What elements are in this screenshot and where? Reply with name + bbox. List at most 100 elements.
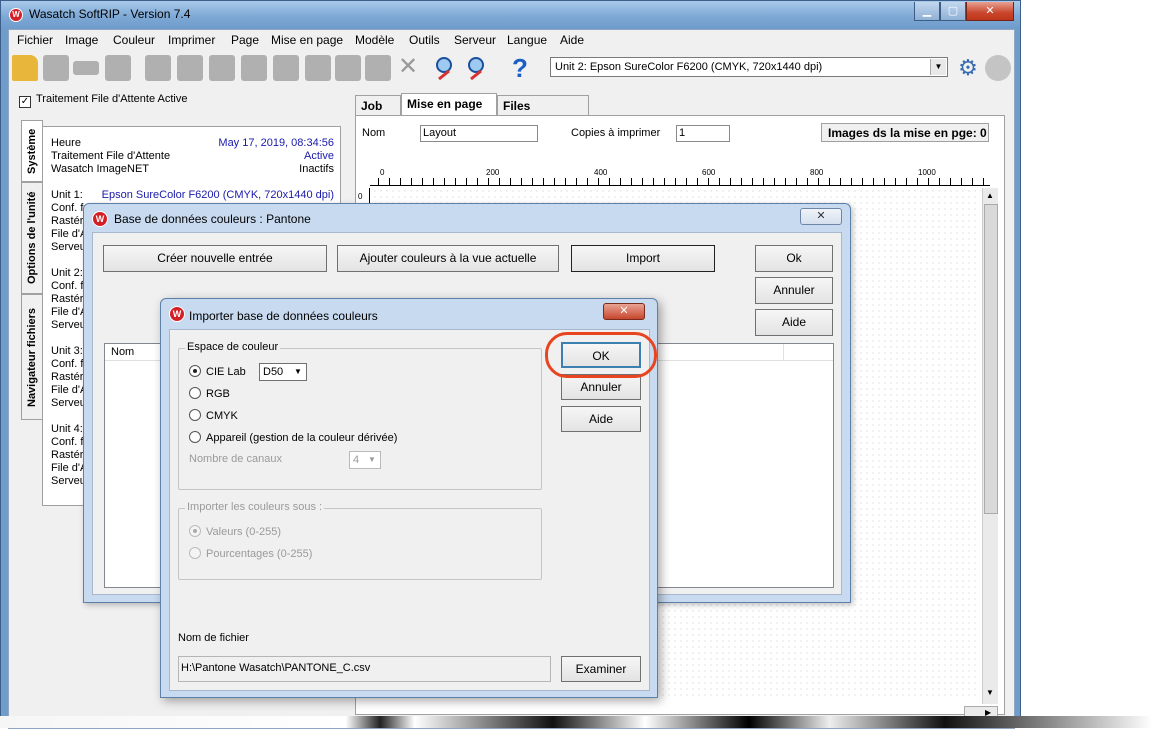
maximize-button[interactable]: ▢ — [940, 2, 966, 21]
menu-langue[interactable]: Langue — [507, 33, 547, 47]
settings-gear-icon[interactable]: ⚙ — [955, 55, 981, 81]
menu-outils[interactable]: Outils — [409, 33, 440, 47]
ruler-tick: 600 — [702, 168, 716, 177]
dialog-title: Base de données couleurs : Pantone — [114, 212, 311, 226]
help-icon[interactable]: ? — [507, 55, 533, 81]
print-queue-icon[interactable] — [73, 61, 99, 75]
open-folder-icon[interactable] — [12, 55, 38, 81]
copies-stepper[interactable]: 1 — [676, 125, 730, 142]
zoom-in-icon[interactable] — [433, 55, 459, 81]
browse-button[interactable]: Examiner — [561, 656, 641, 682]
stop-icon[interactable] — [985, 55, 1011, 81]
ruler-tick: 0 — [380, 168, 385, 177]
help-button[interactable]: Aide — [755, 309, 833, 336]
tab-mise-en-page[interactable]: Mise en page — [401, 93, 497, 116]
radio-label: CMYK — [206, 410, 238, 422]
wasatch-logo-icon: W — [9, 8, 23, 22]
radio-button[interactable] — [189, 365, 201, 377]
ruler-tick: 1000 — [918, 168, 936, 177]
radio-cmyk[interactable]: CMYK — [189, 409, 238, 422]
radio-label: CIE Lab — [206, 366, 246, 378]
add-colors-button[interactable]: Ajouter couleurs à la vue actuelle — [337, 245, 559, 272]
chevron-down-icon: ▼ — [930, 59, 946, 75]
crop-icon[interactable] — [335, 55, 361, 81]
scrollbar-thumb[interactable] — [984, 204, 998, 514]
radio-values: Valeurs (0-255) — [189, 525, 281, 538]
copies-label: Copies à imprimer — [571, 127, 661, 139]
layers-icon[interactable] — [177, 55, 203, 81]
ruler-tick: 200 — [486, 168, 500, 177]
colorspace-group-title: Espace de couleur — [185, 341, 281, 353]
dialog-title: Importer base de données couleurs — [189, 309, 378, 323]
ruler-ticks — [378, 178, 990, 186]
radio-rgb[interactable]: RGB — [189, 387, 230, 400]
tab-systeme[interactable]: Système — [21, 120, 43, 182]
vertical-scrollbar[interactable]: ▲ ▼ — [982, 188, 998, 704]
menu-serveur[interactable]: Serveur — [454, 33, 496, 47]
nom-label: Nom — [362, 127, 386, 139]
column-divider — [783, 344, 784, 361]
radio-label: Pourcentages (0-255) — [206, 548, 313, 560]
wasatch-logo-icon: W — [92, 211, 108, 227]
channels-value: 4 — [353, 454, 360, 466]
nom-input[interactable]: Layout — [420, 125, 538, 142]
queue-active-row[interactable]: ✓ Traitement File d'Attente Active — [19, 93, 187, 108]
menu-imprimer[interactable]: Imprimer — [168, 33, 215, 47]
scroll-up-icon[interactable]: ▲ — [986, 191, 994, 200]
close-button[interactable]: ✕ — [966, 2, 1014, 21]
import-as-group-title: Importer les couleurs sous : — [185, 501, 325, 513]
channels-label: Nombre de canaux — [189, 453, 282, 465]
info-imagenet: Wasatch ImageNET Inactifs — [51, 163, 334, 175]
filename-label: Nom de fichier — [178, 632, 249, 644]
save-icon[interactable] — [43, 55, 69, 81]
tab-job[interactable]: Job — [355, 95, 401, 115]
menu-image[interactable]: Image — [65, 33, 98, 47]
rotate-icon[interactable] — [209, 55, 235, 81]
page-icon[interactable] — [305, 55, 331, 81]
close-button[interactable]: ✕ — [603, 303, 645, 320]
tab-navigateur-fichiers[interactable]: Navigateur fichiers — [21, 294, 43, 420]
radio-cie-lab[interactable]: CIE Lab — [189, 365, 246, 378]
radio-button[interactable] — [189, 431, 201, 443]
radio-button[interactable] — [189, 409, 201, 421]
menu-couleur[interactable]: Couleur — [113, 33, 155, 47]
chevron-down-icon: ▼ — [294, 367, 302, 376]
ruler-v-tick: 0 — [358, 192, 363, 201]
create-entry-button[interactable]: Créer nouvelle entrée — [103, 245, 327, 272]
radio-button — [189, 525, 201, 537]
printer-icon[interactable] — [105, 55, 131, 81]
copies-value: 1 — [679, 127, 686, 139]
import-button[interactable]: Import — [571, 245, 715, 272]
queue-active-checkbox[interactable]: ✓ — [19, 96, 31, 108]
mirror-icon[interactable] — [241, 55, 267, 81]
minimize-button[interactable]: ▁ — [914, 2, 940, 21]
filename-field[interactable]: H:\Pantone Wasatch\PANTONE_C.csv — [178, 656, 551, 682]
delete-icon[interactable]: ✕ — [395, 55, 421, 81]
tab-options-unite[interactable]: Options de l'unité — [21, 182, 43, 294]
ruler-tick: 800 — [810, 168, 824, 177]
illuminant-select[interactable]: D50 ▼ — [259, 363, 307, 381]
menu-fichier[interactable]: Fichier — [17, 33, 53, 47]
images-count: Images ds la mise en pge: 0 — [821, 123, 989, 142]
tab-files-attente[interactable]: Files d'attente — [497, 95, 589, 127]
zoom-out-icon[interactable] — [465, 55, 491, 81]
menu-mise-en-page[interactable]: Mise en page — [271, 33, 343, 47]
mark-icon[interactable] — [145, 55, 171, 81]
help-button[interactable]: Aide — [561, 406, 641, 432]
menu-aide[interactable]: Aide — [560, 33, 584, 47]
radio-button[interactable] — [189, 387, 201, 399]
menu-modele[interactable]: Modèle — [355, 33, 394, 47]
close-button[interactable]: ✕ — [800, 208, 842, 225]
scroll-down-icon[interactable]: ▼ — [986, 688, 994, 697]
column-header-name[interactable]: Nom — [111, 346, 134, 358]
menu-page[interactable]: Page — [231, 33, 259, 47]
cancel-button[interactable]: Annuler — [755, 277, 833, 304]
copy-icon[interactable] — [365, 55, 391, 81]
title-bar[interactable]: W Wasatch SoftRIP - Version 7.4 ▁ ▢ ✕ — [1, 1, 1020, 29]
chevron-down-icon: ▼ — [368, 455, 376, 464]
flip-icon[interactable] — [273, 55, 299, 81]
printer-select[interactable]: Unit 2: Epson SureColor F6200 (CMYK, 720… — [550, 57, 948, 77]
dialog-body: Espace de couleur CIE Lab D50 ▼ RGB CMYK … — [169, 329, 650, 691]
radio-device[interactable]: Appareil (gestion de la couleur dérivée) — [189, 431, 397, 444]
ok-button[interactable]: Ok — [755, 245, 833, 272]
